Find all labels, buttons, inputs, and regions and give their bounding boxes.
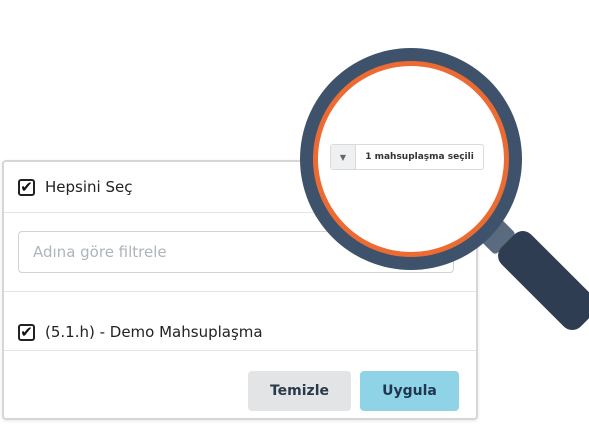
chevron-down-icon[interactable]: ▼: [331, 145, 356, 169]
magnifier-handle: [493, 226, 589, 335]
selection-summary-text: 1 mahsuplaşma seçili: [365, 152, 474, 162]
select-all-checkbox[interactable]: ✔: [18, 178, 35, 196]
item-label: (5.1.h) - Demo Mahsuplaşma: [45, 323, 263, 341]
apply-button[interactable]: Uygula: [360, 371, 459, 411]
list-item[interactable]: ✔ (5.1.h) - Demo Mahsuplaşma: [4, 314, 476, 351]
magnifier-lens: ▼ 1 mahsuplaşma seçili: [318, 66, 504, 252]
select-all-label: Hepsini Seç: [45, 178, 133, 196]
selection-summary-dropdown[interactable]: ▼ 1 mahsuplaşma seçili: [330, 144, 484, 170]
clear-button[interactable]: Temizle: [248, 371, 351, 411]
item-checkbox[interactable]: ✔: [18, 323, 35, 341]
